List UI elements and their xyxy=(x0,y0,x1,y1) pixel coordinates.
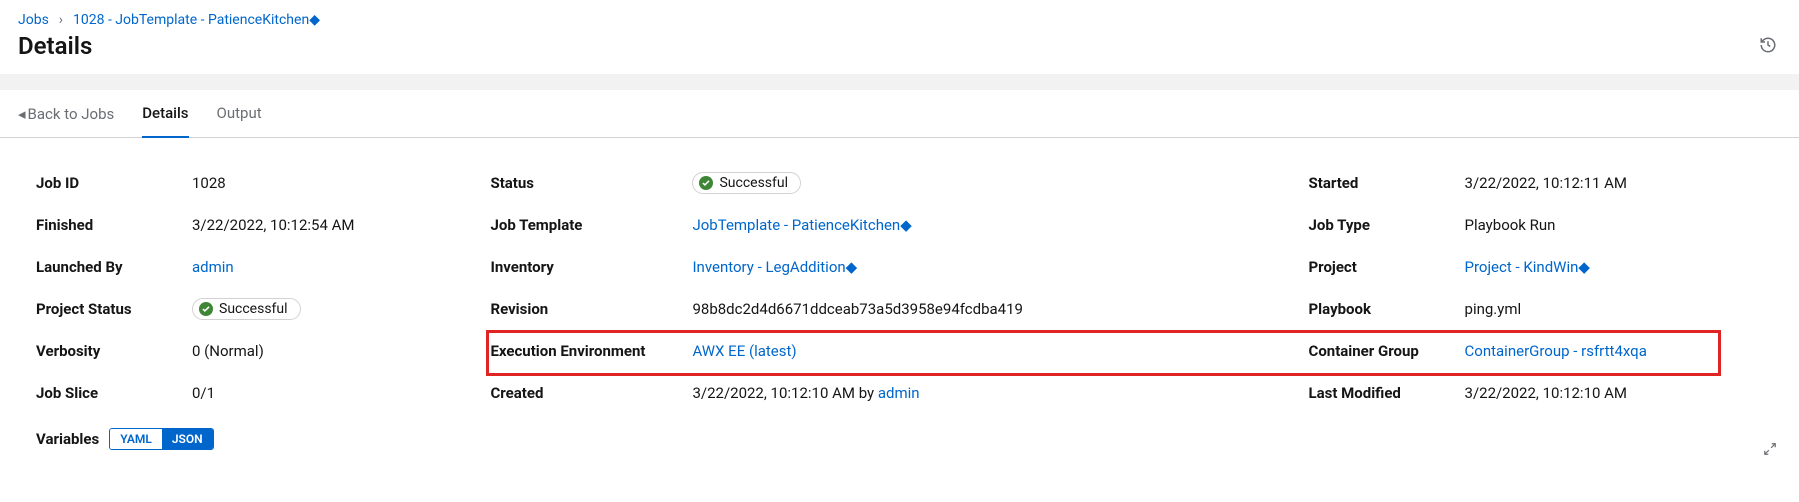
execution-environment-link[interactable]: AWX EE (latest) xyxy=(692,342,796,360)
job-template-label: Job Template xyxy=(490,216,676,234)
diamond-icon: ◆ xyxy=(309,12,320,28)
job-type-label: Job Type xyxy=(1309,216,1449,234)
created-value: 3/22/2022, 10:12:10 AM by admin xyxy=(692,384,919,402)
toggle-json[interactable]: JSON xyxy=(162,429,213,449)
playbook-value: ping.yml xyxy=(1465,300,1522,318)
status-label: Status xyxy=(490,174,676,192)
launched-by-link[interactable]: admin xyxy=(192,258,234,276)
tab-details[interactable]: Details xyxy=(142,90,188,138)
history-icon[interactable] xyxy=(1759,36,1777,54)
verbosity-value: 0 (Normal) xyxy=(192,342,264,360)
status-text: Successful xyxy=(719,175,788,191)
last-modified-value: 3/22/2022, 10:12:10 AM xyxy=(1465,384,1628,402)
project-status-text: Successful xyxy=(219,301,288,317)
created-text: 3/22/2022, 10:12:10 AM by xyxy=(692,384,877,402)
job-id-value: 1028 xyxy=(192,174,226,192)
diamond-icon: ◆ xyxy=(1578,258,1590,276)
separator xyxy=(0,74,1799,90)
chevron-right-icon: › xyxy=(59,12,63,28)
started-value: 3/22/2022, 10:12:11 AM xyxy=(1465,174,1628,192)
expand-icon[interactable] xyxy=(1763,442,1777,456)
diamond-icon: ◆ xyxy=(900,216,912,234)
launched-by-label: Launched By xyxy=(36,258,176,276)
variables-format-toggle: YAML JSON xyxy=(109,428,213,450)
diamond-icon: ◆ xyxy=(846,258,858,276)
caret-left-icon: ◂ xyxy=(18,105,26,123)
job-type-value: Playbook Run xyxy=(1465,216,1556,234)
variables-label: Variables xyxy=(36,430,99,448)
last-modified-label: Last Modified xyxy=(1309,384,1449,402)
breadcrumb-current[interactable]: 1028 - JobTemplate - PatienceKitchen◆ xyxy=(73,12,320,28)
job-template-text: JobTemplate - PatienceKitchen xyxy=(692,216,900,234)
breadcrumb-root[interactable]: Jobs xyxy=(18,12,49,28)
page-title: Details xyxy=(18,32,1781,60)
inventory-label: Inventory xyxy=(490,258,676,276)
tab-output[interactable]: Output xyxy=(217,90,262,138)
job-slice-value: 0/1 xyxy=(192,384,215,402)
toggle-yaml[interactable]: YAML xyxy=(110,429,162,449)
playbook-label: Playbook xyxy=(1309,300,1449,318)
container-group-link[interactable]: ContainerGroup - rsfrtt4xqa xyxy=(1465,342,1647,360)
job-template-link[interactable]: JobTemplate - PatienceKitchen◆ xyxy=(692,216,911,234)
verbosity-label: Verbosity xyxy=(36,342,176,360)
project-status-badge: Successful xyxy=(192,298,301,320)
created-by-link[interactable]: admin xyxy=(878,384,920,402)
project-link[interactable]: Project - KindWin◆ xyxy=(1465,258,1590,276)
created-label: Created xyxy=(490,384,676,402)
revision-value: 98b8dc2d4d6671ddceab73a5d3958e94fcdba419 xyxy=(692,300,1023,318)
status-badge: Successful xyxy=(692,172,801,194)
back-to-jobs-link[interactable]: ◂ Back to Jobs xyxy=(18,91,114,137)
breadcrumb-current-text: 1028 - JobTemplate - PatienceKitchen xyxy=(73,12,309,28)
finished-label: Finished xyxy=(36,216,176,234)
finished-value: 3/22/2022, 10:12:54 AM xyxy=(192,216,355,234)
revision-label: Revision xyxy=(490,300,676,318)
execution-environment-label: Execution Environment xyxy=(490,342,676,360)
check-circle-icon xyxy=(699,176,713,190)
check-circle-icon xyxy=(199,302,213,316)
project-label: Project xyxy=(1309,258,1449,276)
project-text: Project - KindWin xyxy=(1465,258,1579,276)
started-label: Started xyxy=(1309,174,1449,192)
inventory-text: Inventory - LegAddition xyxy=(692,258,845,276)
breadcrumb: Jobs › 1028 - JobTemplate - PatienceKitc… xyxy=(18,12,1781,28)
job-id-label: Job ID xyxy=(36,174,176,192)
inventory-link[interactable]: Inventory - LegAddition◆ xyxy=(692,258,857,276)
back-to-jobs-label: Back to Jobs xyxy=(28,105,115,123)
job-slice-label: Job Slice xyxy=(36,384,176,402)
container-group-label: Container Group xyxy=(1309,342,1449,360)
project-status-label: Project Status xyxy=(36,300,176,318)
